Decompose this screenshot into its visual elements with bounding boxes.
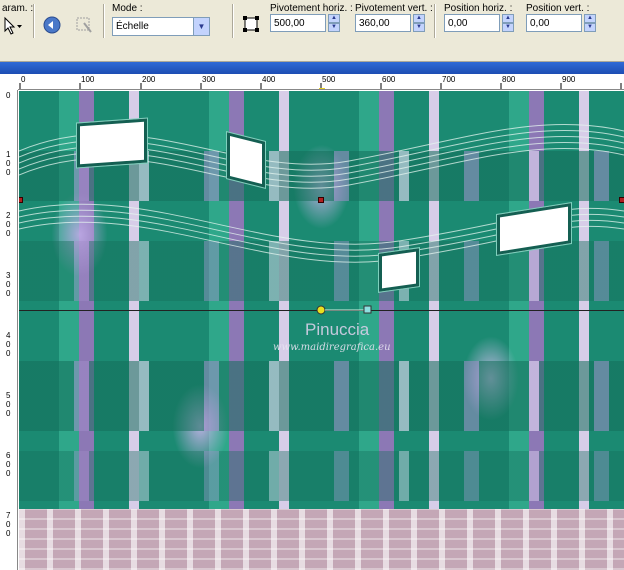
- pos-v-input[interactable]: 0,00: [526, 14, 582, 32]
- arrow-up-icon[interactable]: ▲: [328, 14, 340, 23]
- ruler-tick: 3 0 0: [6, 271, 11, 298]
- toolbar-separator: [33, 4, 35, 38]
- pos-v-stepper[interactable]: 0,00 ▲ ▼: [526, 13, 596, 33]
- floor-tiles: [19, 509, 624, 570]
- image-window: 0 100 200 300 400 500 600 700 800 900 0 …: [0, 62, 624, 570]
- presets-label: aram. :: [2, 3, 34, 14]
- chevron-down-icon[interactable]: ▼: [193, 18, 209, 35]
- presets-group: aram. :: [2, 3, 33, 15]
- pos-h-input[interactable]: 0,00: [444, 14, 500, 32]
- pivot-v-arrows[interactable]: ▲ ▼: [413, 14, 425, 32]
- toolbar-separator: [103, 4, 105, 38]
- white-frame: [77, 118, 147, 168]
- mode-select[interactable]: Échelle ▼: [112, 17, 210, 36]
- ruler-tick: 2 0 0: [6, 211, 11, 238]
- white-frame: [227, 132, 265, 188]
- pivot-v-input[interactable]: 360,00: [355, 14, 411, 32]
- side-handle-left[interactable]: [19, 197, 23, 203]
- window-title-strip[interactable]: [0, 62, 624, 74]
- watermark-url: www.maidiregrafica.eu: [273, 342, 391, 353]
- tool-options-bar: aram. : Mode : Échelle ▼ Pivotement hori…: [0, 0, 624, 62]
- pivot-h-stepper[interactable]: 500,00 ▲ ▼: [270, 13, 340, 33]
- pos-v-arrows[interactable]: ▲ ▼: [584, 14, 596, 32]
- toolbar-separator: [232, 4, 234, 38]
- white-frame: [379, 248, 419, 292]
- watermark-name: Pinuccia: [305, 320, 370, 339]
- pivot-h-arrows[interactable]: ▲ ▼: [328, 14, 340, 32]
- arrow-down-icon[interactable]: ▼: [584, 23, 596, 32]
- side-handle-right[interactable]: [619, 197, 624, 203]
- reset-icon[interactable]: [42, 15, 62, 35]
- arrow-up-icon[interactable]: ▲: [413, 14, 425, 23]
- ruler-tick: 6 0 0: [6, 451, 11, 478]
- mode-label: Mode :: [112, 3, 143, 14]
- pivot-h-input[interactable]: 500,00: [270, 14, 326, 32]
- ruler-tick: 4 0 0: [6, 331, 11, 358]
- disabled-tool-icon: [74, 15, 94, 35]
- ruler-tick: 0: [6, 91, 11, 100]
- arrow-down-icon[interactable]: ▼: [502, 23, 514, 32]
- mode-value: Échelle: [116, 21, 149, 32]
- pos-h-arrows[interactable]: ▲ ▼: [502, 14, 514, 32]
- pivot-v-stepper[interactable]: 360,00 ▲ ▼: [355, 13, 425, 33]
- arrow-down-icon[interactable]: ▼: [328, 23, 340, 32]
- arrow-up-icon[interactable]: ▲: [584, 14, 596, 23]
- toolbar-separator: [434, 4, 436, 38]
- pos-h-stepper[interactable]: 0,00 ▲ ▼: [444, 13, 514, 33]
- ruler-tick: 7 0 0: [6, 511, 11, 538]
- ruler-tick: 1 0 0: [6, 150, 11, 177]
- canvas-image[interactable]: Pinuccia www.maidiregrafica.eu: [19, 91, 624, 570]
- mode-group: Mode :: [112, 3, 143, 15]
- pattern-band: [19, 451, 624, 501]
- arrow-up-icon[interactable]: ▲: [502, 14, 514, 23]
- horizontal-ruler: 0 100 200 300 400 500 600 700 800 900: [18, 74, 624, 90]
- center-handle[interactable]: [318, 197, 324, 203]
- pattern-band: [19, 361, 624, 431]
- arrow-cursor-icon[interactable]: [2, 16, 24, 36]
- ruler-tick: 5 0 0: [6, 391, 11, 418]
- vertical-ruler: 0 1 0 0 2 0 0 3 0 0 4 0 0 5 0 0 6 0 0 7 …: [0, 90, 18, 570]
- deformation-frame-icon[interactable]: [241, 14, 261, 34]
- pivot-marker-icon[interactable]: [314, 303, 374, 317]
- arrow-down-icon[interactable]: ▼: [413, 23, 425, 32]
